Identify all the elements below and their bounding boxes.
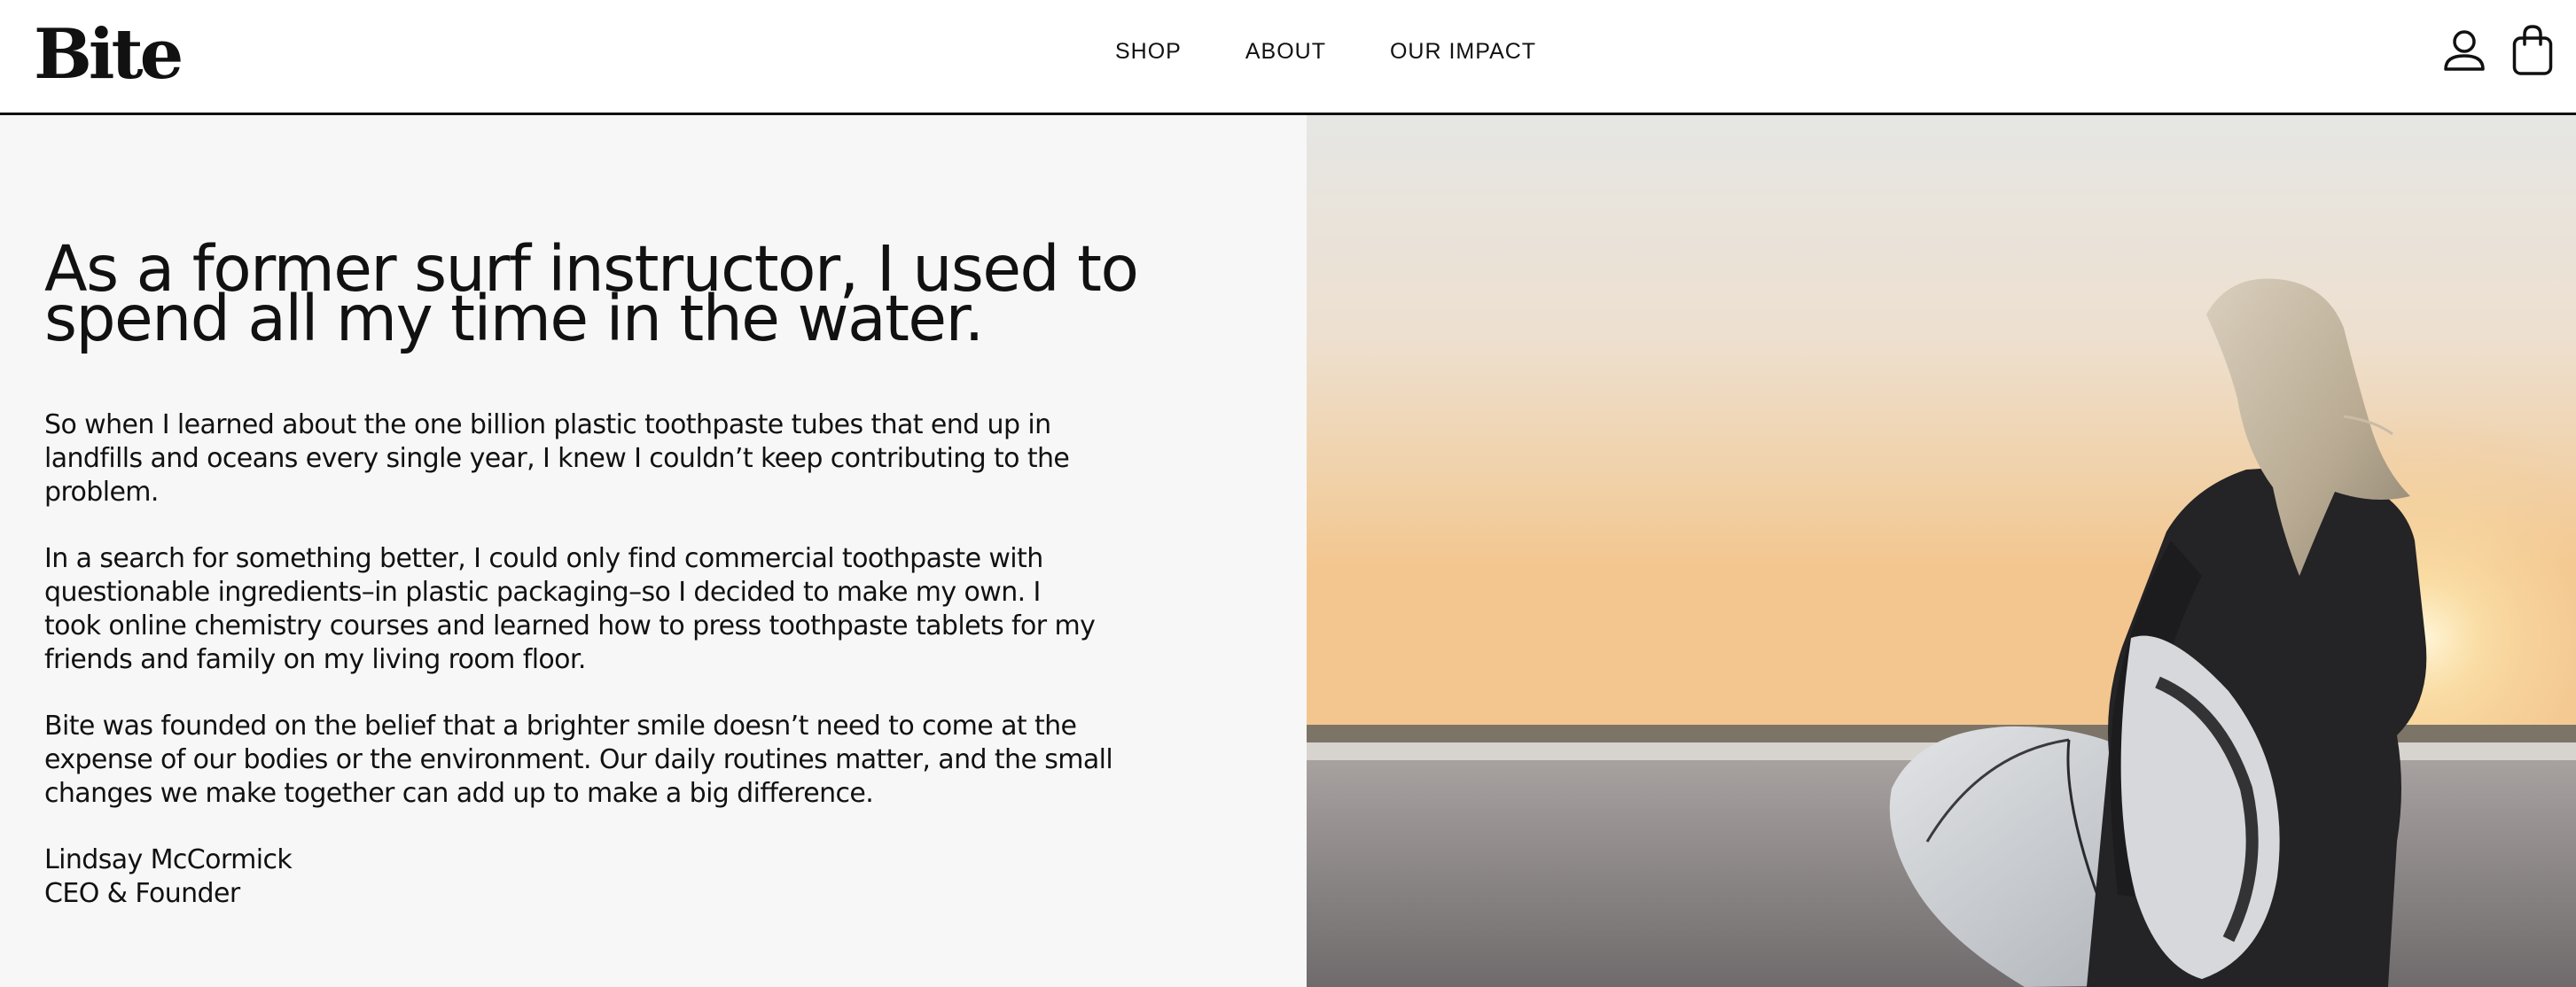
paragraph-line: questionable ingredients–in plastic pack…	[44, 577, 1041, 608]
nav-about-link[interactable]: ABOUT	[1245, 35, 1326, 67]
account-icon[interactable]	[2443, 28, 2486, 76]
bite-logo[interactable]: Bite	[34, 11, 183, 99]
surfer-beach-illustration	[1307, 115, 2576, 987]
paragraph-line: In a search for something better, I coul…	[44, 543, 1043, 574]
main-nav: SHOP ABOUT OUR IMPACT	[1115, 35, 1536, 67]
paragraph-line: Bite was founded on the belief that a br…	[44, 711, 1077, 742]
surfer-photo	[1307, 115, 2576, 987]
story-paragraph-2: In a search for something better, I coul…	[44, 542, 1214, 677]
story-text-panel: As a former surf instructor, I used to s…	[0, 115, 1307, 987]
site-header: Bite SHOP ABOUT OUR IMPACT	[0, 0, 2576, 115]
nav-our-impact-link[interactable]: OUR IMPACT	[1390, 35, 1536, 67]
story-body: So when I learned about the one billion …	[44, 408, 1214, 911]
paragraph-line: expense of our bodies or the environment…	[44, 744, 1113, 775]
founder-story-section: As a former surf instructor, I used to s…	[0, 115, 2576, 987]
paragraph-line: So when I learned about the one billion …	[44, 409, 1051, 440]
founder-name: Lindsay McCormick	[44, 844, 293, 875]
paragraph-line: friends and family on my living room flo…	[44, 644, 586, 675]
paragraph-line: landfills and oceans every single year, …	[44, 443, 1070, 474]
header-actions	[2443, 25, 2553, 80]
story-paragraph-3: Bite was founded on the belief that a br…	[44, 710, 1214, 811]
paragraph-line: changes we make together can add up to m…	[44, 778, 874, 809]
founder-title: CEO & Founder	[44, 878, 240, 909]
paragraph-line: problem.	[44, 477, 159, 508]
paragraph-line: took online chemistry courses and learne…	[44, 610, 1096, 641]
nav-shop-link[interactable]: SHOP	[1115, 35, 1182, 67]
founder-signature: Lindsay McCormick CEO & Founder	[44, 843, 1214, 911]
story-paragraph-1: So when I learned about the one billion …	[44, 408, 1214, 509]
shopping-bag-icon[interactable]	[2512, 25, 2553, 80]
story-headline: As a former surf instructor, I used to s…	[44, 237, 1197, 350]
